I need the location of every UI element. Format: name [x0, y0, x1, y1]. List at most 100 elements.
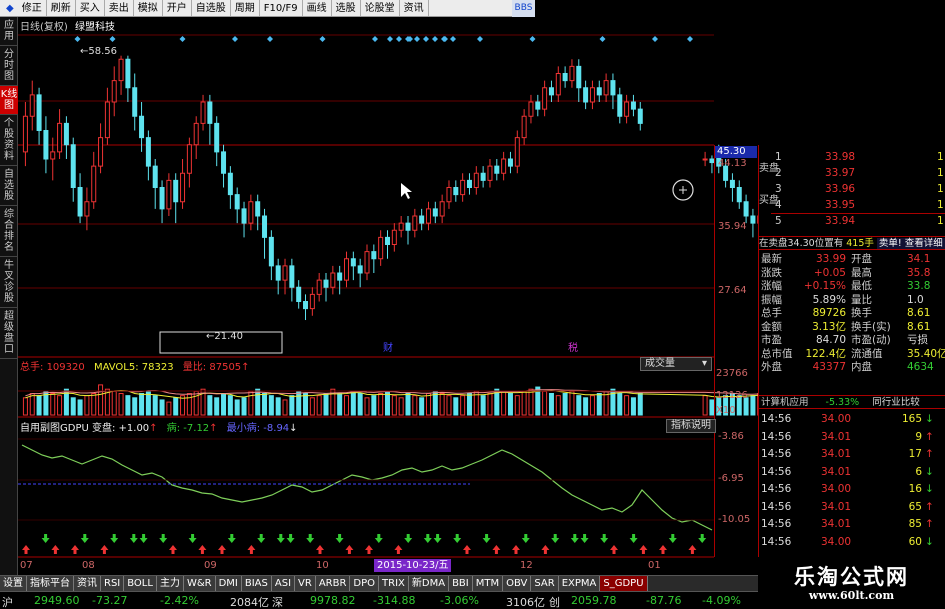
candle-body[interactable]: [384, 236, 390, 245]
volume-bar[interactable]: [364, 397, 370, 416]
volume-bar[interactable]: [84, 395, 90, 416]
candle-body[interactable]: [268, 236, 274, 267]
candle-body[interactable]: [200, 101, 206, 124]
event-marker-icon[interactable]: [599, 36, 606, 42]
volume-bar[interactable]: [453, 397, 459, 416]
volume-bar[interactable]: [132, 397, 138, 416]
candle-body[interactable]: [603, 80, 609, 96]
candle-body[interactable]: [139, 115, 145, 139]
volume-bar[interactable]: [637, 393, 643, 416]
candle-body[interactable]: [542, 87, 548, 110]
candle-body[interactable]: [57, 122, 63, 153]
candle-body[interactable]: [227, 172, 233, 196]
volume-bar[interactable]: [214, 397, 220, 416]
volume-bar[interactable]: [118, 393, 124, 416]
indicator-tab[interactable]: MTM: [472, 576, 504, 591]
candle-body[interactable]: [439, 201, 445, 217]
event-marker-icon[interactable]: [319, 36, 326, 42]
candle-body[interactable]: [480, 172, 486, 181]
event-marker-icon[interactable]: [441, 36, 447, 42]
indicator-tab[interactable]: 设置: [0, 576, 27, 591]
volume-bar[interactable]: [576, 395, 582, 416]
event-marker-icon[interactable]: [387, 36, 393, 42]
candle-body[interactable]: [303, 301, 309, 310]
candle-body[interactable]: [132, 87, 138, 117]
candle-body[interactable]: [186, 144, 192, 174]
volume-bar[interactable]: [378, 393, 384, 416]
volume-bar[interactable]: [125, 395, 131, 416]
volume-bar[interactable]: [241, 397, 247, 416]
candle-body[interactable]: [98, 137, 104, 167]
event-marker-icon[interactable]: [232, 36, 238, 42]
candle-body[interactable]: [159, 187, 165, 210]
event-marker-icon[interactable]: [109, 36, 116, 42]
event-marker-icon[interactable]: [396, 36, 402, 42]
volume-bar[interactable]: [227, 395, 233, 416]
volume-bar[interactable]: [528, 388, 534, 416]
event-marker-icon[interactable]: [372, 36, 378, 42]
candle-body[interactable]: [36, 94, 42, 131]
candle-body[interactable]: [528, 101, 534, 117]
volume-bar[interactable]: [446, 395, 452, 416]
candle-body[interactable]: [589, 87, 595, 103]
candle-body[interactable]: [412, 215, 418, 231]
indicator-tab[interactable]: BOLL: [124, 576, 157, 591]
indicator-tab[interactable]: OBV: [503, 576, 532, 591]
candle-body[interactable]: [22, 115, 28, 153]
candle-body[interactable]: [323, 279, 329, 288]
indicator-tab[interactable]: 新DMA: [408, 576, 450, 591]
candle-body[interactable]: [111, 80, 117, 103]
candle-body[interactable]: [145, 137, 151, 167]
indicator-tab[interactable]: RSI: [101, 576, 125, 591]
candle-body[interactable]: [364, 251, 370, 274]
candle-body[interactable]: [466, 179, 472, 188]
event-marker-icon[interactable]: [450, 36, 456, 42]
volume-bar[interactable]: [548, 393, 554, 416]
event-marker-icon[interactable]: [414, 36, 420, 42]
candle-body[interactable]: [487, 165, 493, 181]
volume-bar[interactable]: [583, 397, 589, 416]
candle-body[interactable]: [296, 286, 302, 302]
indicator-tab[interactable]: EXPMA: [558, 576, 601, 591]
volume-bar[interactable]: [555, 395, 561, 416]
indicator-tab[interactable]: ARBR: [315, 576, 351, 591]
volume-bar[interactable]: [309, 397, 315, 416]
indicator-tab[interactable]: VR: [295, 576, 316, 591]
alert-action[interactable]: 卖单! 查看详细: [876, 238, 945, 249]
event-marker-icon[interactable]: [267, 36, 273, 42]
volume-bar[interactable]: [371, 395, 377, 416]
volume-bar[interactable]: [405, 393, 411, 416]
indicator-tab[interactable]: TRIX: [379, 576, 409, 591]
event-marker-icon[interactable]: [179, 36, 186, 42]
volume-bar[interactable]: [111, 390, 117, 416]
candle-body[interactable]: [391, 229, 397, 245]
candle-body[interactable]: [576, 65, 582, 89]
volume-bar[interactable]: [514, 395, 520, 416]
candle-body[interactable]: [29, 94, 35, 117]
event-marker-icon[interactable]: [74, 36, 81, 42]
candle-body[interactable]: [405, 222, 411, 231]
indicator-tab[interactable]: DPO: [350, 576, 380, 591]
candle-body[interactable]: [262, 215, 268, 238]
candle-body[interactable]: [152, 165, 158, 188]
candle-body[interactable]: [84, 201, 90, 217]
candle-body[interactable]: [425, 208, 431, 224]
indicator-tab[interactable]: S_GDPU: [600, 576, 648, 591]
volume-bar[interactable]: [221, 393, 227, 416]
candle-body[interactable]: [221, 151, 227, 174]
volume-bar[interactable]: [262, 393, 268, 416]
candle-body[interactable]: [180, 172, 186, 203]
candle-body[interactable]: [702, 158, 708, 161]
order-alert[interactable]: 在卖盘34.30位置有 415手 卖单! 查看详细: [759, 236, 945, 250]
volume-bar[interactable]: [630, 397, 636, 416]
candle-body[interactable]: [453, 187, 459, 196]
candle-body[interactable]: [555, 73, 561, 96]
candle-body[interactable]: [637, 108, 643, 124]
volume-bar[interactable]: [350, 390, 356, 416]
indicator-tab[interactable]: SAR: [531, 576, 559, 591]
volume-bar[interactable]: [702, 395, 708, 416]
volume-bar[interactable]: [275, 397, 281, 416]
tax-marker[interactable]: 税: [568, 341, 578, 354]
event-marker-icon[interactable]: [687, 36, 693, 42]
candle-body[interactable]: [371, 251, 377, 260]
